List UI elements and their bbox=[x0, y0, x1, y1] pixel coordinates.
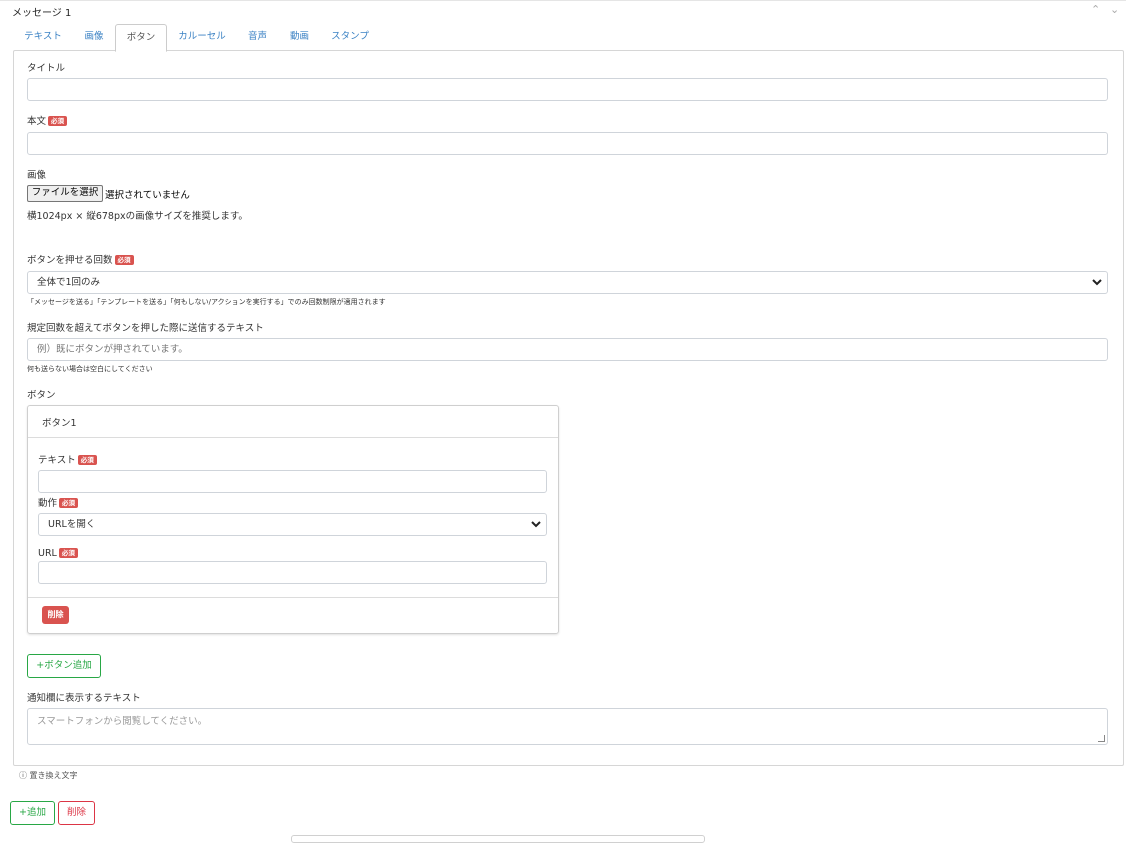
press-count-label-text: ボタンを押せる回数 bbox=[27, 255, 113, 266]
file-status: 選択されていません bbox=[105, 190, 190, 201]
chevron-up-icon[interactable]: ⌃ bbox=[1091, 3, 1100, 16]
add-button-button[interactable]: +ボタン追加 bbox=[27, 654, 101, 678]
tab-carousel[interactable]: カルーセル bbox=[170, 24, 234, 50]
chevron-down-icon bbox=[531, 521, 541, 528]
buttons-label: ボタン bbox=[27, 390, 56, 401]
required-badge: 必須 bbox=[114, 255, 134, 265]
body-label-text: 本文 bbox=[27, 116, 47, 127]
button-card: ボタン1 テキスト 必須 動作 必須 URLを開く URL 必須 削除 bbox=[27, 405, 559, 634]
tab-audio[interactable]: 音声 bbox=[240, 24, 275, 50]
notification-label: 通知欄に表示するテキスト bbox=[27, 693, 141, 704]
press-count-select[interactable]: 全体で1回のみ bbox=[27, 271, 1108, 294]
title-label: タイトル bbox=[27, 63, 66, 74]
url-input[interactable] bbox=[38, 561, 547, 584]
body-input[interactable] bbox=[27, 132, 1108, 155]
action-label-text: 動作 bbox=[38, 498, 58, 509]
message-title: メッセージ 1 bbox=[12, 8, 72, 19]
over-limit-note: 何も送らない場合は空白にしてください bbox=[27, 365, 153, 373]
action-select[interactable]: URLを開く bbox=[38, 513, 547, 536]
add-message-button[interactable]: +追加 bbox=[10, 801, 55, 825]
tab-image[interactable]: 画像 bbox=[74, 24, 114, 50]
message-header: メッセージ 1 ⌃ ⌄ bbox=[0, 0, 1126, 21]
url-label: URL 必須 bbox=[38, 548, 78, 559]
required-badge: 必須 bbox=[77, 455, 97, 465]
tab-button[interactable]: ボタン bbox=[115, 24, 167, 52]
over-limit-input[interactable] bbox=[27, 338, 1108, 361]
tab-text[interactable]: テキスト bbox=[14, 24, 72, 50]
chevron-down-icon[interactable]: ⌄ bbox=[1110, 3, 1119, 16]
action-label: 動作 必須 bbox=[38, 495, 79, 509]
required-badge: 必須 bbox=[48, 116, 68, 126]
over-limit-label: 規定回数を超えてボタンを押した際に送信するテキスト bbox=[27, 323, 264, 334]
button-card-title: ボタン1 bbox=[42, 418, 77, 429]
action-value: URLを開く bbox=[48, 519, 96, 530]
button-card-divider bbox=[28, 597, 558, 598]
notification-textarea[interactable]: スマートフォンから閲覧してください。 bbox=[27, 708, 1108, 745]
delete-message-button[interactable]: 削除 bbox=[58, 801, 95, 825]
button-text-input[interactable] bbox=[38, 470, 547, 493]
press-count-label: ボタンを押せる回数 必須 bbox=[27, 252, 134, 266]
bottom-panel-edge bbox=[291, 835, 705, 843]
required-badge: 必須 bbox=[59, 498, 79, 508]
replace-text-link[interactable]: ⓘ 置き換え文字 bbox=[19, 770, 78, 781]
resize-handle-icon[interactable] bbox=[1098, 735, 1105, 742]
required-badge: 必須 bbox=[58, 548, 78, 558]
title-input[interactable] bbox=[27, 78, 1108, 101]
delete-button-card-button[interactable]: 削除 bbox=[42, 606, 69, 624]
tab-sticker[interactable]: スタンプ bbox=[324, 24, 376, 50]
body-label: 本文 必須 bbox=[27, 113, 68, 127]
press-count-note: 「メッセージを送る」「テンプレートを送る」「何もしない/アクションを実行する」で… bbox=[27, 298, 386, 306]
press-count-value: 全体で1回のみ bbox=[37, 277, 101, 288]
tab-video[interactable]: 動画 bbox=[282, 24, 317, 50]
choose-file-button[interactable]: ファイルを選択 bbox=[27, 185, 103, 202]
image-label: 画像 bbox=[27, 170, 47, 181]
chevron-down-icon bbox=[1092, 279, 1102, 286]
button-text-label: テキスト 必須 bbox=[38, 452, 97, 466]
button-text-label-text: テキスト bbox=[38, 455, 76, 466]
image-size-hint: 横1024px × 縦678pxの画像サイズを推奨します。 bbox=[27, 211, 248, 222]
notification-placeholder: スマートフォンから閲覧してください。 bbox=[37, 716, 208, 727]
url-label-text: URL bbox=[38, 548, 57, 559]
button-card-header: ボタン1 bbox=[28, 406, 558, 438]
